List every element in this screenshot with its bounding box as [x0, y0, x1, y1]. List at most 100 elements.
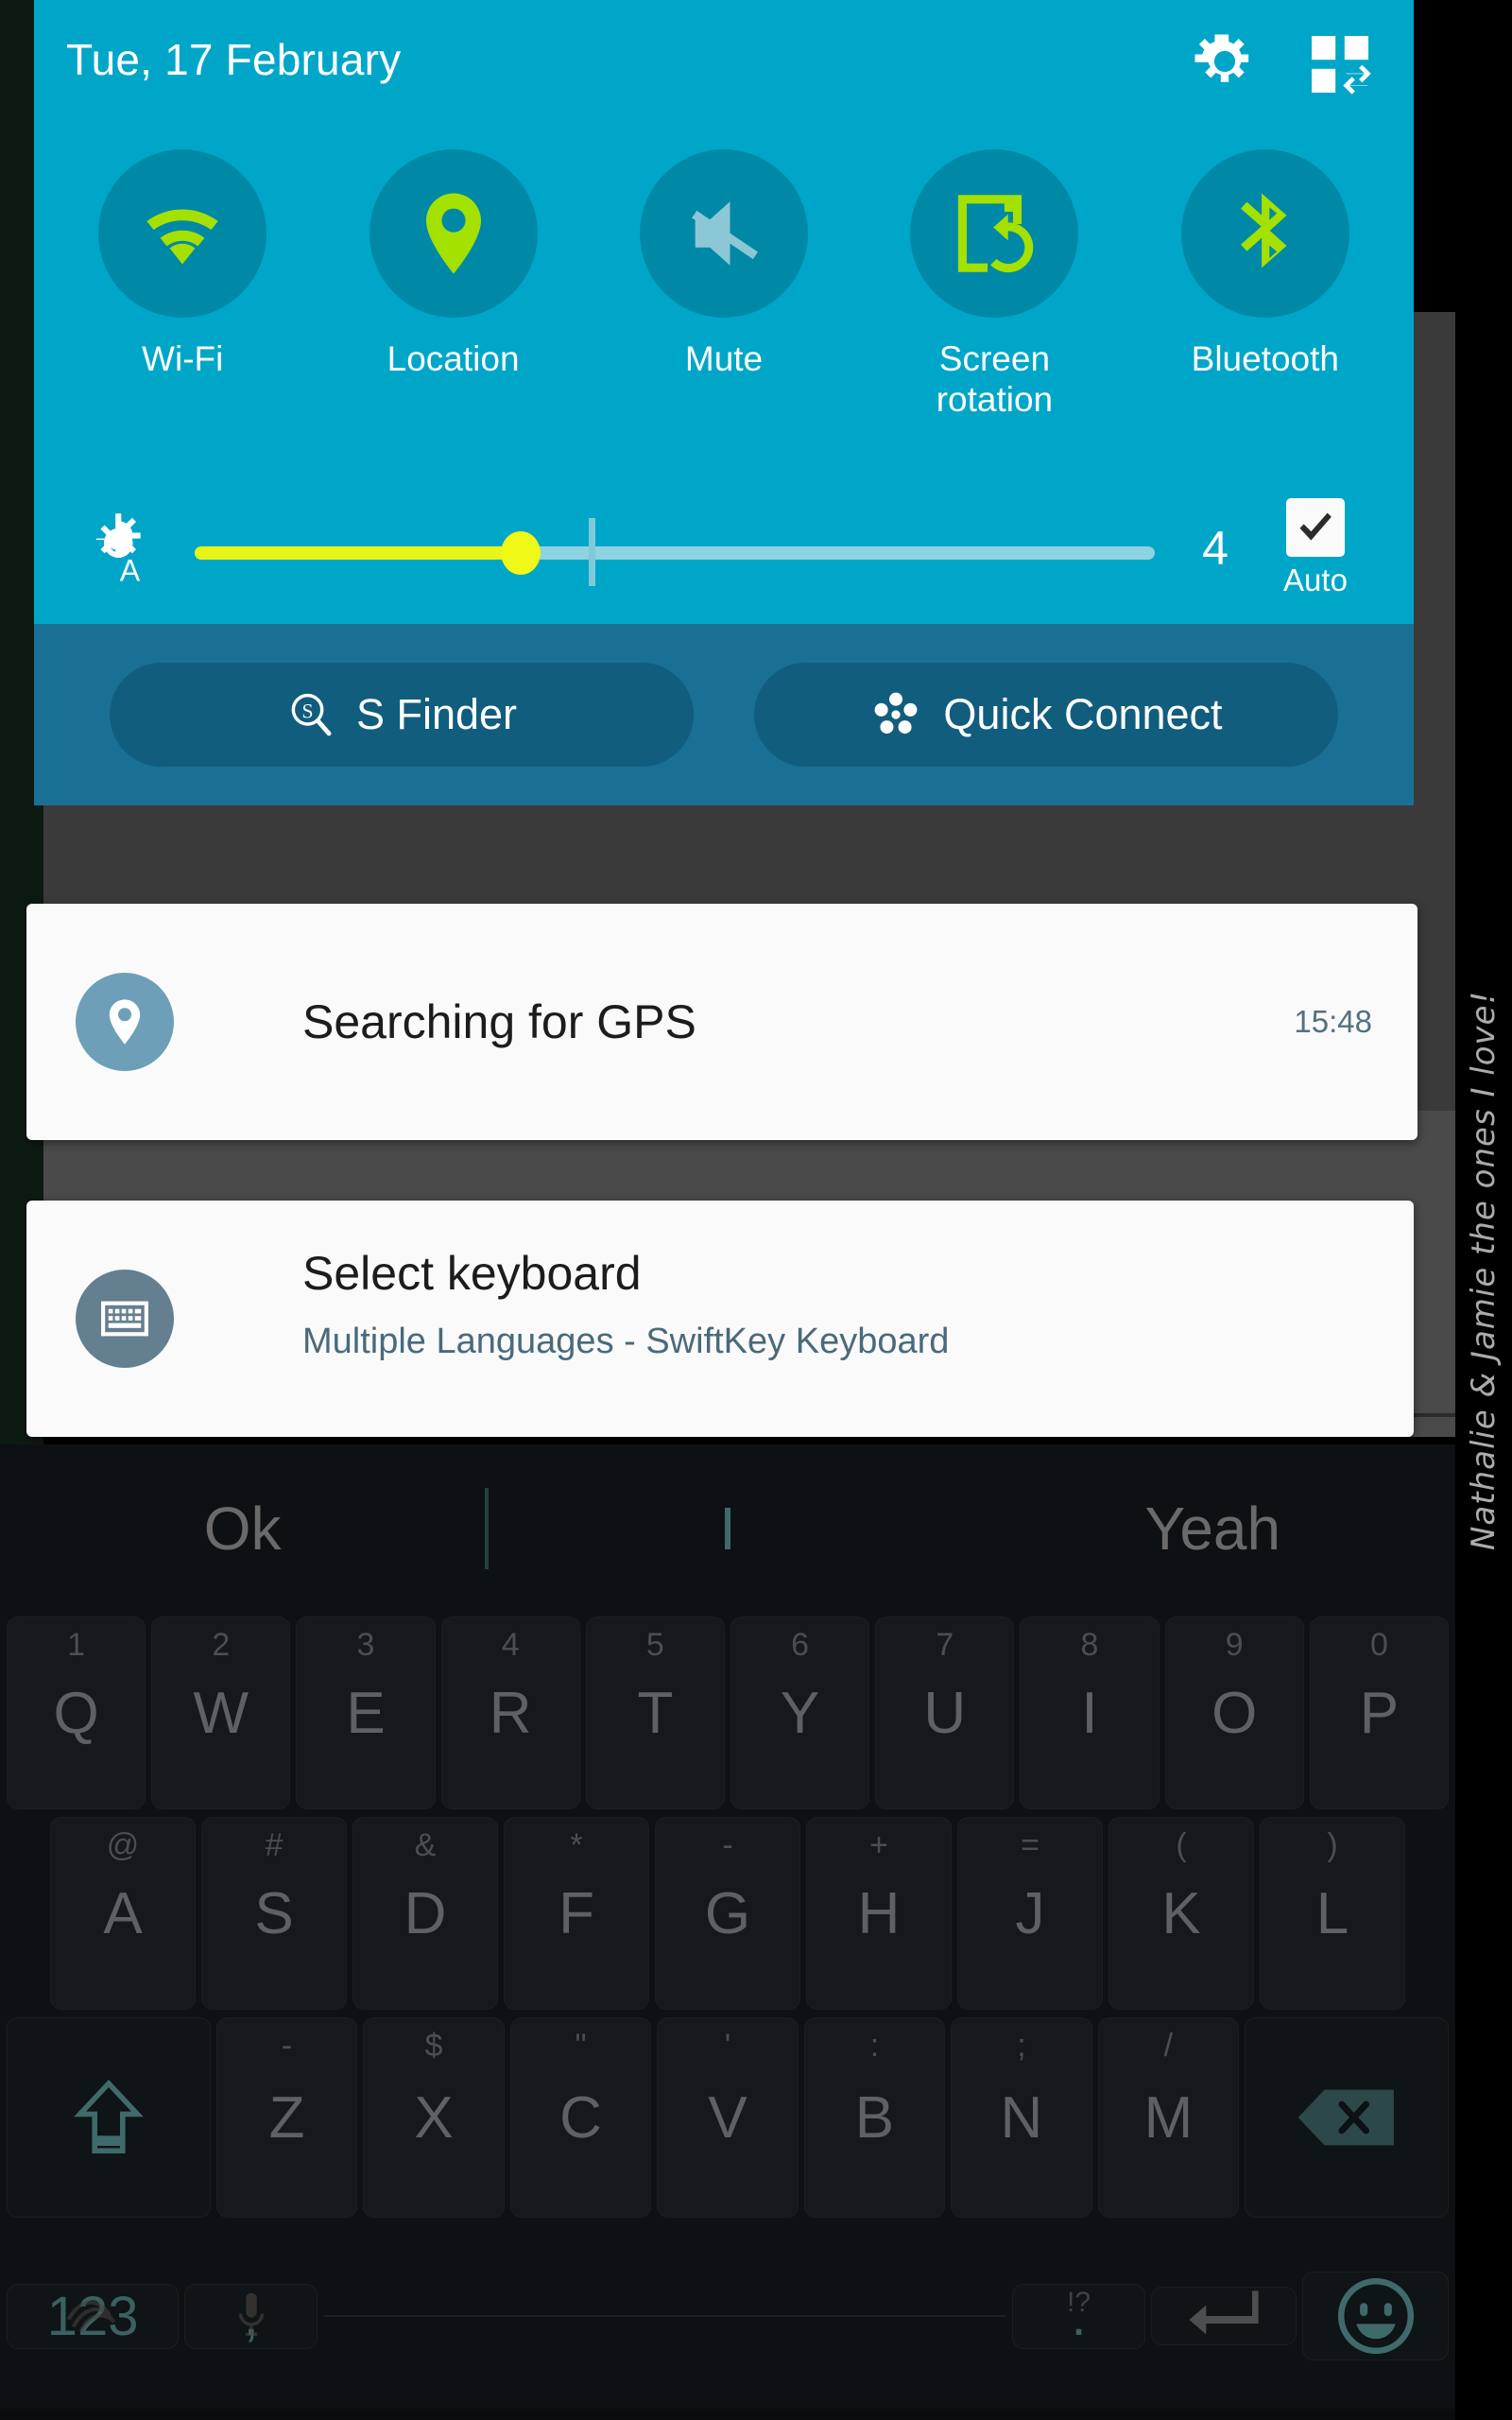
key-hint: ': [724, 2028, 731, 2064]
key-label: S: [254, 1880, 294, 1946]
key-r[interactable]: 4R: [440, 1616, 580, 1809]
key-y[interactable]: 6Y: [730, 1616, 870, 1809]
toggle-wifi-label: Wi-Fi: [142, 339, 224, 378]
key-m[interactable]: / M: [1097, 2017, 1240, 2218]
quick-settings-panel: Tue, 17 February Wi-Fi Location Mute Scr…: [34, 0, 1414, 805]
key-hint: 6: [791, 1627, 810, 1663]
quick-actions-row: S S Finder Quick Connect: [34, 624, 1414, 805]
toggle-mute-label: Mute: [684, 339, 764, 378]
suggestion-1[interactable]: I: [485, 1494, 970, 1564]
key-x[interactable]: $ X: [363, 2017, 505, 2218]
key-d[interactable]: & D: [352, 1817, 498, 2010]
period-key[interactable]: !? .: [1012, 2283, 1145, 2349]
toggle-bluetooth-label: Bluetooth: [1191, 339, 1339, 378]
suggestion-separator: [484, 1488, 489, 1569]
quick-settings-edit-icon[interactable]: [1306, 30, 1374, 98]
key-h[interactable]: + H: [806, 1817, 952, 2010]
key-e[interactable]: 3E: [296, 1616, 436, 1809]
shift-key[interactable]: [7, 2017, 211, 2218]
handwritten-overlay-note: Nathalie & Jamie the ones I love!: [1465, 990, 1503, 1550]
svg-text:A: A: [120, 554, 141, 588]
toggle-screen-rotation-circle: [910, 149, 1079, 318]
keyboard-row-4: 123 , !? .: [0, 2221, 1455, 2411]
toggle-location-circle: [369, 149, 538, 318]
toggle-location[interactable]: Location: [318, 132, 588, 473]
backspace-icon: [1297, 2089, 1394, 2146]
notification-keyboard-subtitle: Multiple Languages - SwiftKey Keyboard: [302, 1322, 950, 1361]
check-icon: [1299, 512, 1332, 541]
keyboard-row-2: @ A # S & D * F -G + H = J (K ) L: [0, 1813, 1455, 2014]
key-f[interactable]: * F: [504, 1817, 649, 2010]
brightness-slider-thumb[interactable]: [501, 531, 541, 575]
quick-connect-icon: [875, 692, 918, 735]
toggle-mute[interactable]: Mute: [589, 132, 859, 473]
key-g[interactable]: -G: [655, 1817, 800, 2010]
key-a[interactable]: @ A: [50, 1817, 196, 2010]
notification-gps[interactable]: Searching for GPS 15:48: [26, 904, 1418, 1140]
key-label: W: [193, 1680, 249, 1746]
key-w[interactable]: 2W: [151, 1616, 291, 1809]
enter-key[interactable]: [1150, 2287, 1297, 2345]
key-i[interactable]: 8I: [1020, 1616, 1160, 1809]
notification-select-keyboard[interactable]: Select keyboard Multiple Languages - Swi…: [26, 1201, 1414, 1437]
microphone-icon: [232, 2290, 270, 2344]
brightness-slider-fill: [195, 546, 522, 560]
brightness-slider[interactable]: [195, 505, 1155, 592]
key-label: B: [854, 2084, 895, 2151]
emoji-smiley-icon: [1337, 2277, 1414, 2355]
toggle-bluetooth[interactable]: Bluetooth: [1130, 132, 1400, 473]
swipe-flow-icon: [63, 2290, 122, 2339]
backspace-key[interactable]: [1245, 2017, 1449, 2218]
key-label: C: [559, 2084, 602, 2151]
key-hint: 9: [1225, 1627, 1244, 1663]
key-hint: 3: [356, 1627, 375, 1663]
key-label: X: [414, 2084, 454, 2151]
key-s[interactable]: # S: [201, 1817, 347, 2010]
key-label: J: [1015, 1880, 1045, 1946]
numeric-key[interactable]: 123: [7, 2283, 180, 2349]
key-p[interactable]: 0P: [1309, 1616, 1450, 1809]
key-z[interactable]: -Z: [215, 2017, 358, 2218]
suggestion-0[interactable]: Ok: [0, 1494, 485, 1564]
suggestion-bar: Ok I Yeah: [0, 1444, 1455, 1613]
comma-key[interactable]: ,: [184, 2283, 318, 2349]
auto-brightness-icon[interactable]: A: [76, 505, 163, 592]
enter-return-icon: [1189, 2290, 1259, 2335]
key-label: N: [1000, 2084, 1043, 2151]
toggle-wifi[interactable]: Wi-Fi: [47, 132, 318, 473]
key-hint: +: [869, 1827, 888, 1863]
s-finder-button[interactable]: S S Finder: [110, 663, 694, 767]
quick-connect-button[interactable]: Quick Connect: [754, 663, 1338, 767]
auto-brightness-checkbox[interactable]: Auto: [1259, 498, 1372, 598]
space-key[interactable]: [322, 2315, 1007, 2317]
key-l[interactable]: ) L: [1260, 1817, 1405, 2010]
emoji-key[interactable]: [1302, 2272, 1449, 2360]
key-n[interactable]: ; N: [951, 2017, 1092, 2218]
key-hint: *: [570, 1827, 583, 1863]
key-v[interactable]: ' V: [657, 2017, 799, 2218]
key-c[interactable]: " C: [509, 2017, 652, 2218]
key-hint: @: [106, 1827, 140, 1863]
key-hint: (: [1176, 1827, 1187, 1863]
key-u[interactable]: 7U: [875, 1616, 1015, 1809]
key-label: K: [1161, 1880, 1201, 1946]
auto-brightness-checkbox-box[interactable]: [1286, 498, 1345, 557]
key-o[interactable]: 9O: [1164, 1616, 1304, 1809]
notification-gps-title: Searching for GPS: [302, 995, 696, 1048]
brightness-row: A 4 Auto: [34, 473, 1414, 624]
auto-brightness-label: Auto: [1283, 562, 1348, 597]
key-k[interactable]: (K: [1108, 1817, 1254, 2010]
key-t[interactable]: 5T: [585, 1616, 725, 1809]
keyboard-row-1: 1Q 2W 3E 4R 5T 6Y 7U 8I 9O 0P: [0, 1613, 1455, 1813]
toggle-screen-rotation[interactable]: Screen rotation: [859, 132, 1129, 473]
notification-keyboard-title: Select keyboard: [302, 1247, 642, 1300]
key-b[interactable]: :B: [803, 2017, 946, 2218]
key-j[interactable]: = J: [957, 1817, 1103, 2010]
key-label: M: [1143, 2084, 1194, 2151]
toggle-bluetooth-circle: [1180, 149, 1349, 318]
suggestion-2[interactable]: Yeah: [971, 1494, 1455, 1564]
key-label: T: [637, 1680, 674, 1746]
key-q[interactable]: 1Q: [6, 1616, 146, 1809]
gear-icon[interactable]: [1191, 30, 1259, 98]
mute-speaker-icon: [692, 201, 758, 266]
